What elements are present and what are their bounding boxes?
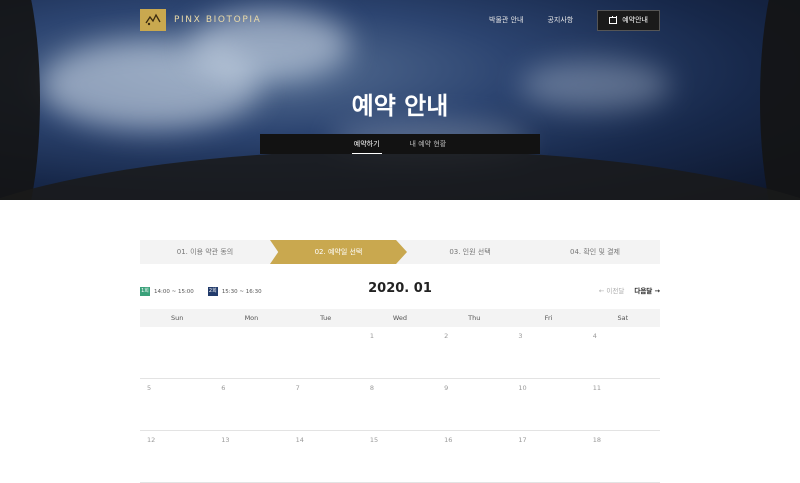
day-number: 13: [221, 436, 230, 444]
next-month-button[interactable]: 다음달 →: [634, 285, 660, 295]
day-cell[interactable]: 9: [437, 379, 511, 430]
logo-text: PINX BIOTOPIA: [174, 15, 262, 25]
month-pager: ← 이전달 다음달 →: [599, 285, 660, 295]
prev-month-button[interactable]: ← 이전달: [599, 285, 624, 295]
day-cell[interactable]: 7: [289, 379, 363, 430]
day-cell[interactable]: 15: [363, 431, 437, 482]
day-cell[interactable]: 6: [214, 379, 288, 430]
day-cell[interactable]: 8: [363, 379, 437, 430]
main-nav: 박물관 안내 공지사항 예약안내: [489, 9, 660, 31]
day-cell[interactable]: 4: [586, 327, 660, 378]
day-number: 15: [369, 436, 379, 444]
tab-my-reservations[interactable]: 내 예약 현황: [410, 134, 447, 154]
day-cell-empty: [214, 327, 288, 378]
day-cell[interactable]: 17: [511, 431, 585, 482]
reserve-info-button[interactable]: 예약안내: [597, 9, 660, 31]
weekday-thu: Thu: [468, 314, 481, 322]
day-cell[interactable]: 13: [214, 431, 288, 482]
top-bar: PINX BIOTOPIA 박물관 안내 공지사항 예약안내: [140, 9, 660, 31]
day-number: 12: [147, 436, 156, 444]
day-cell[interactable]: 10: [511, 379, 585, 430]
day-cell[interactable]: 2: [437, 327, 511, 378]
tab-reserve[interactable]: 예약하기: [351, 134, 382, 154]
step-indicator: 01. 이용 약관 동의 02. 예약일 선택 03. 인원 선택 04. 확인…: [140, 240, 660, 264]
weekday-header: Sun Mon Tue Wed Thu Fri Sat: [140, 309, 660, 327]
day-cell[interactable]: 1: [363, 327, 437, 378]
day-number: 10: [518, 384, 527, 392]
day-number: 16: [444, 436, 453, 444]
day-number: 6: [221, 384, 226, 392]
dome-silhouette: [0, 150, 800, 200]
step-4: 04. 확인 및 결제: [569, 248, 620, 256]
weekday-tue: Tue: [320, 314, 332, 322]
weekday-wed: Wed: [392, 314, 408, 322]
step-3: 03. 인원 선택: [449, 248, 491, 256]
day-cell-empty: [289, 327, 363, 378]
day-cell[interactable]: 12: [140, 431, 214, 482]
nav-notice[interactable]: 공지사항: [547, 15, 573, 25]
calendar-icon: [609, 15, 618, 24]
logo-mark-icon: [140, 9, 166, 31]
day-number: 18: [592, 436, 601, 444]
day-cell-empty: [140, 327, 214, 378]
step-2-active: 02. 예약일 선택: [270, 240, 407, 264]
weekday-fri: Fri: [544, 314, 553, 322]
day-number: 17: [518, 436, 527, 444]
weekday-mon: Mon: [244, 314, 259, 322]
day-cell[interactable]: 14: [289, 431, 363, 482]
day-cell[interactable]: 5: [140, 379, 214, 430]
nav-museum-info[interactable]: 박물관 안내: [489, 15, 523, 25]
day-number: 4: [592, 332, 597, 340]
calendar-week: 1 2 3 4: [140, 327, 660, 379]
logo[interactable]: PINX BIOTOPIA: [140, 9, 261, 31]
page-title: 예약 안내: [351, 92, 449, 120]
weekday-sat: Sat: [617, 314, 629, 322]
day-number: 1: [369, 332, 374, 340]
hero-banner: PINX BIOTOPIA 박물관 안내 공지사항 예약안내 예약 안내 예약하…: [0, 0, 800, 200]
day-number: 11: [592, 384, 601, 392]
day-number: 8: [369, 384, 374, 392]
calendar-week: 5 6 7 8 9 10 11: [140, 379, 660, 431]
day-cell[interactable]: 3: [511, 327, 585, 378]
day-number: 5: [147, 384, 152, 392]
day-cell[interactable]: 11: [586, 379, 660, 430]
step-1: 01. 이용 약관 동의: [176, 248, 234, 256]
day-number: 14: [295, 436, 304, 444]
calendar-week: 12 13 14 15 16 17 18: [140, 431, 660, 483]
day-number: 7: [295, 384, 300, 392]
weekday-sun: Sun: [170, 314, 184, 322]
day-number: 2: [444, 332, 449, 340]
day-number: 3: [518, 332, 523, 340]
day-cell[interactable]: 16: [437, 431, 511, 482]
day-number: 9: [444, 384, 449, 392]
sub-tabs: 예약하기 내 예약 현황: [260, 134, 540, 154]
current-month: 2020. 01: [368, 281, 432, 296]
day-cell[interactable]: 18: [586, 431, 660, 482]
calendar-grid: Sun Mon Tue Wed Thu Fri Sat 1 2 3 4 5 6 …: [140, 309, 660, 483]
reserve-info-label: 예약안내: [622, 16, 648, 24]
